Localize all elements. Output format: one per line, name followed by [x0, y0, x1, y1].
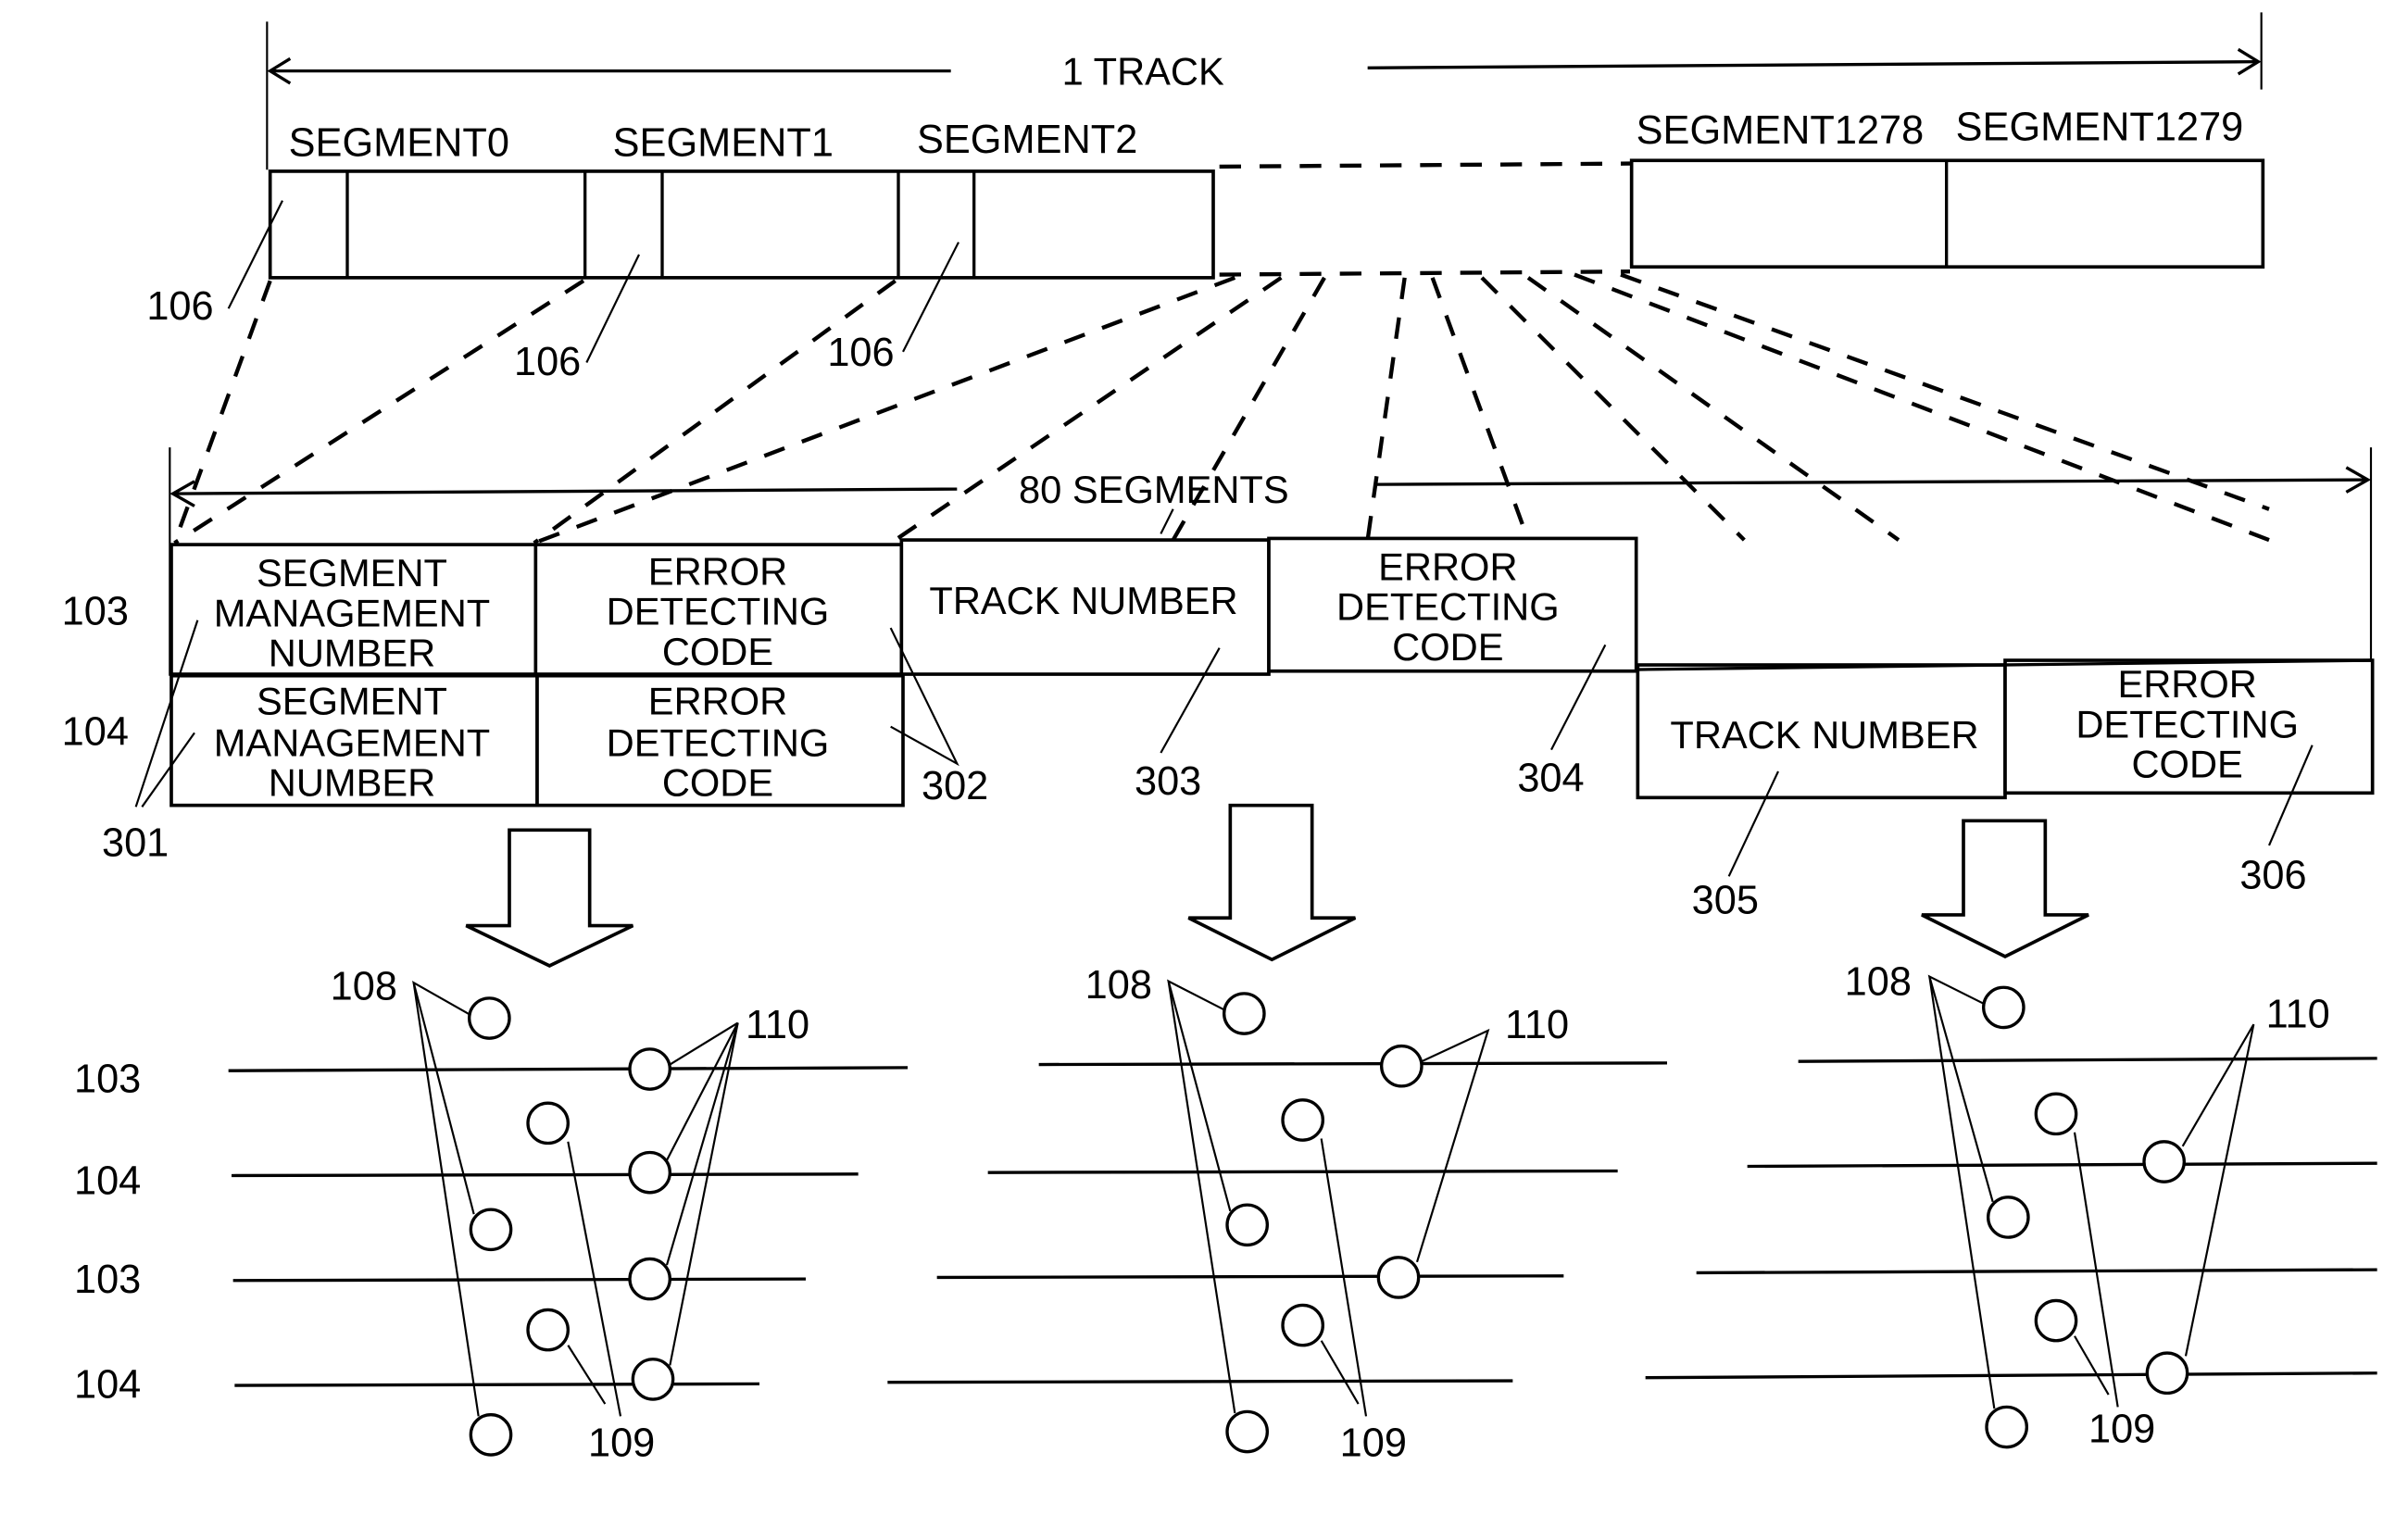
ref-302: 302: [922, 764, 988, 808]
mark-108: [469, 1413, 513, 1457]
down-arrow-icon: [1187, 803, 1357, 962]
segment-label: SEGMENT2: [917, 118, 1137, 162]
arr-row-label: 103: [74, 1058, 141, 1102]
cell-line: MANAGEMENT: [214, 591, 491, 634]
ref-305: 305: [1692, 878, 1759, 922]
segment-label: SEGMENT1278: [1637, 108, 1925, 153]
mark-109: [1281, 1098, 1324, 1142]
cell-line: SEGMENT: [257, 679, 447, 722]
cell-line: ERROR: [1378, 545, 1517, 588]
arr-row-label: 103: [74, 1258, 141, 1302]
arr-row-label: 104: [74, 1362, 141, 1407]
cell-line: DETECTING: [607, 720, 830, 764]
mark-108: [1225, 1203, 1269, 1247]
row-label-103: 103: [62, 590, 129, 634]
mark-110: [2145, 1351, 2189, 1396]
cell-line: MANAGEMENT: [214, 720, 491, 764]
mark-108: [468, 996, 511, 1040]
mark-108: [1225, 1409, 1269, 1454]
ref-110: 110: [746, 1003, 809, 1047]
mark-108: [1982, 985, 2025, 1030]
row-label-104: 104: [62, 710, 129, 755]
cell-line: CODE: [662, 761, 773, 805]
ref-301: 301: [102, 821, 169, 866]
cell-line: ERROR: [648, 679, 787, 722]
cell-line: ERROR: [648, 549, 787, 593]
segment-label: SEGMENT1279: [1956, 106, 2244, 150]
mark-109: [2034, 1092, 2078, 1136]
cell-line: DETECTING: [2076, 702, 2299, 745]
mark-109: [526, 1101, 571, 1146]
ref-108: 108: [1845, 960, 1912, 1005]
down-arrow-icon: [465, 828, 634, 968]
arrangement-1: 108 109 110: [228, 965, 909, 1466]
ref-106: 106: [827, 331, 894, 375]
cell-line: SEGMENT: [257, 551, 447, 595]
ref-110: 110: [1505, 1003, 1569, 1047]
mark-108: [1985, 1405, 2029, 1449]
down-arrow-icon: [1921, 819, 2089, 958]
cell-line: NUMBER: [269, 761, 435, 805]
cell-line: CODE: [2131, 743, 2242, 786]
cell-segment-management-number: SEGMENT: [257, 551, 447, 595]
mark-110: [631, 1358, 675, 1401]
cell-line: DETECTING: [607, 590, 830, 633]
ref-304: 304: [1517, 757, 1584, 801]
mark-108: [469, 1208, 513, 1252]
ref-109: 109: [588, 1421, 655, 1466]
mark-110: [628, 1047, 672, 1091]
mark-110: [1380, 1044, 1423, 1088]
track-format-diagram: 1 TRACK SEGMENT0 SEGMENT1 SEGMENT2 SEGME…: [62, 12, 2377, 1466]
mark-110: [2142, 1140, 2187, 1183]
ref-110: 110: [2266, 993, 2330, 1037]
segments-span-label: 80 SEGMENTS: [1019, 468, 1289, 511]
mark-109: [1281, 1303, 1324, 1347]
cell-line: NUMBER: [269, 632, 435, 675]
segment-label: SEGMENT1: [613, 120, 834, 165]
ref-109: 109: [2088, 1408, 2155, 1452]
arr-row-label: 104: [74, 1158, 141, 1203]
mark-110: [628, 1150, 672, 1195]
cell-line: CODE: [662, 630, 773, 673]
mark-110: [1376, 1256, 1421, 1299]
mark-108: [1223, 992, 1266, 1035]
segment-label: SEGMENT0: [289, 120, 509, 165]
ref-106: 106: [146, 284, 213, 329]
cell-track-number: TRACK NUMBER: [929, 579, 1237, 622]
ref-109: 109: [1340, 1421, 1407, 1466]
detail-row-104: SEGMENT MANAGEMENT NUMBER ERROR DETECTIN…: [169, 658, 2375, 808]
ref-108: 108: [331, 965, 397, 1009]
mark-108: [1987, 1196, 2030, 1239]
ref-306: 306: [2239, 854, 2306, 898]
mark-109: [2034, 1298, 2078, 1343]
cell-line: ERROR: [2117, 662, 2256, 706]
arrangement-2: 108 109 110: [887, 963, 1668, 1466]
ref-106: 106: [514, 340, 581, 384]
ref-303: 303: [1135, 759, 1201, 804]
cell-line: CODE: [1392, 625, 1503, 669]
arrangement-3: 108 109 110: [1645, 960, 2377, 1452]
cell-track-number: TRACK NUMBER: [1670, 713, 1978, 757]
ref-108: 108: [1085, 963, 1152, 1008]
cell-line: DETECTING: [1336, 585, 1560, 629]
track-bar: [268, 158, 2265, 280]
track-span-label: 1 TRACK: [1062, 50, 1224, 94]
mark-110: [628, 1257, 672, 1301]
mark-109: [526, 1308, 571, 1352]
